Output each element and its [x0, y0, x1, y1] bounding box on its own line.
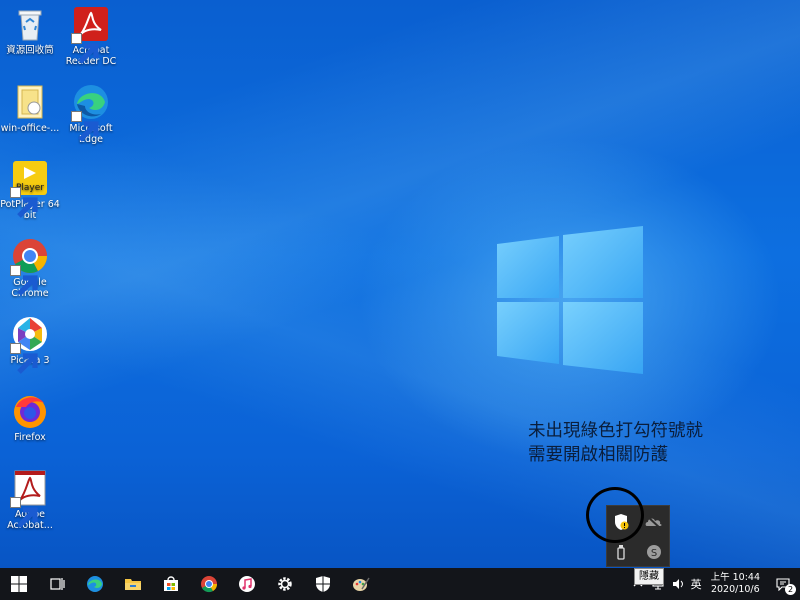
edge-icon: [87, 576, 103, 592]
taskbar-settings-button[interactable]: [266, 568, 304, 600]
onedrive-icon[interactable]: [645, 513, 663, 531]
shortcut-arrow-icon: [10, 187, 38, 218]
annotation-line-1: 未出現綠色打勾符號就: [528, 421, 703, 441]
desktop-icon-adobe-acrobat[interactable]: Adobe Acrobat...: [0, 470, 64, 531]
potplayer-icon: Player: [10, 160, 48, 218]
usb-device-icon[interactable]: [612, 543, 630, 561]
annotation-circle: [586, 487, 644, 543]
input-method-button[interactable]: 英: [688, 568, 705, 600]
clock-time: 上午 10:44: [710, 572, 760, 583]
acrobat-reader-icon: [71, 6, 109, 64]
shortcut-arrow-icon: [10, 265, 38, 296]
taskbar-chrome-button[interactable]: [190, 568, 228, 600]
taskbar-itunes-button[interactable]: [228, 568, 266, 600]
desktop-icon-firefox[interactable]: Firefox: [0, 393, 64, 443]
shortcut-arrow-icon: [71, 111, 99, 142]
file-explorer-icon: [125, 579, 141, 590]
recycle-bin-icon: [12, 6, 48, 42]
desktop-icon-potplayer[interactable]: Player PotPlayer 64 bit: [0, 160, 64, 221]
shortcut-arrow-icon: [10, 497, 38, 528]
taskbar-edge-button[interactable]: [76, 568, 114, 600]
clock[interactable]: 上午 10:44 2020/10/6: [705, 572, 766, 596]
speaker-icon: [672, 579, 683, 589]
desktop-icon-microsoft-edge[interactable]: Microsoft Edge: [57, 84, 125, 145]
paint-icon: [353, 577, 370, 591]
taskbar: 英 上午 10:44 2020/10/6 2: [0, 568, 800, 600]
adobe-acrobat-icon: [10, 470, 48, 528]
desktop-icon-google-chrome[interactable]: Google Chrome: [0, 238, 64, 299]
desktop: 資源回收筒 win-office-... Player PotPlayer 64…: [0, 0, 800, 568]
desktop-icon-recycle-bin[interactable]: 資源回收筒: [0, 6, 64, 56]
shortcut-arrow-icon: [10, 343, 38, 374]
folder-icon: [12, 84, 48, 120]
desktop-icon-label: 資源回收筒: [6, 45, 54, 56]
settings-icon: [278, 577, 292, 591]
taskbar-file-explorer-button[interactable]: [114, 568, 152, 600]
shortcut-arrow-icon: [71, 33, 99, 64]
picasa-icon: [10, 316, 48, 374]
tooltip: 隱藏: [634, 568, 664, 585]
taskbar-windows-security-button[interactable]: [304, 568, 342, 600]
notification-count-badge: 2: [785, 584, 796, 595]
task-view-icon: [50, 578, 65, 590]
start-button[interactable]: [0, 568, 38, 600]
windows-security-icon: [316, 576, 330, 592]
task-view-button[interactable]: [38, 568, 76, 600]
taskbar-store-button[interactable]: [152, 568, 190, 600]
desktop-icon-picasa[interactable]: Picasa 3: [0, 316, 64, 374]
clock-date: 2020/10/6: [710, 584, 760, 595]
desktop-icon-acrobat-reader[interactable]: Acrobat Reader DC: [57, 6, 125, 67]
annotation-line-2: 需要開啟相關防護: [528, 445, 668, 465]
chrome-icon: [10, 238, 48, 296]
firefox-icon: [12, 393, 48, 429]
itunes-icon: [239, 576, 255, 592]
desktop-icon-label: Firefox: [14, 432, 46, 443]
chrome-icon: [201, 576, 218, 593]
svg-text:S: S: [651, 548, 657, 559]
action-center-button[interactable]: 2: [766, 568, 800, 600]
desktop-icon-label: win-office-...: [0, 123, 60, 134]
desktop-icon-win-office[interactable]: win-office-...: [0, 84, 64, 134]
annotation-text: 未出現綠色打勾符號就 需要開啟相關防護: [528, 419, 703, 467]
taskbar-paint-button[interactable]: [342, 568, 380, 600]
volume-button[interactable]: [668, 568, 688, 600]
skype-icon[interactable]: S: [645, 543, 663, 561]
windows-logo-wallpaper: [497, 226, 643, 374]
store-icon: [164, 576, 178, 591]
start-icon: [11, 576, 27, 592]
edge-icon: [71, 84, 109, 142]
